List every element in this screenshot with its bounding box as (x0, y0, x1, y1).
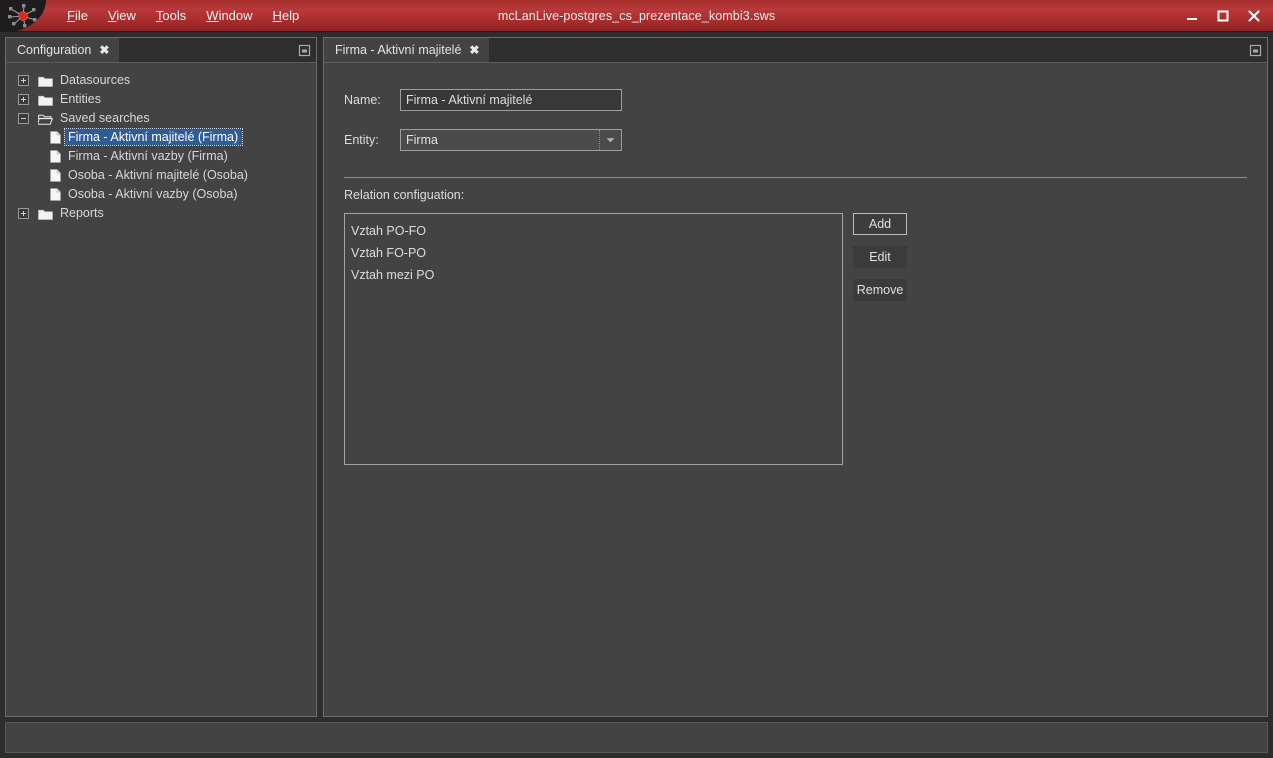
remove-button[interactable]: Remove (853, 279, 907, 301)
tree-item-label: Firma - Aktivní vazby (Firma) (68, 149, 228, 163)
folder-closed-icon (38, 94, 53, 106)
menu-help-rest: elp (282, 8, 299, 23)
tree-item-label: Osoba - Aktivní vazby (Osoba) (68, 187, 238, 201)
tree-item-saved-searches[interactable]: Saved searches (6, 109, 316, 128)
menu-window-rest: indow (219, 8, 253, 23)
tree-item-firma-aktivni-vazby[interactable]: Firma - Aktivní vazby (Firma) (6, 147, 316, 166)
folder-closed-icon (38, 75, 53, 87)
configuration-tabbar-filler (120, 38, 292, 62)
tab-configuration[interactable]: Configuration ✖ (6, 38, 120, 62)
tree-item-label: Saved searches (60, 111, 150, 125)
tree-item-label: Datasources (60, 73, 130, 87)
name-label: Name: (344, 93, 400, 107)
list-item[interactable]: Vztah PO-FO (345, 220, 842, 242)
tree-item-label: Firma - Aktivní majitelé (Firma) (65, 129, 242, 145)
menu-view-rest: iew (116, 8, 136, 23)
editor-panel-body: Name: Entity: Firma Relation co (324, 63, 1267, 716)
status-bar (5, 722, 1268, 753)
tree-item-entities[interactable]: Entities (6, 90, 316, 109)
form-separator (344, 177, 1247, 178)
document-icon (50, 169, 61, 182)
tab-editor-close-icon[interactable]: ✖ (468, 44, 480, 56)
configuration-panel: Configuration ✖ (5, 37, 317, 717)
menu-tools-rest: ools (162, 8, 186, 23)
configuration-tabbar: Configuration ✖ (6, 38, 316, 63)
relation-buttons: Add Edit Remove (853, 213, 907, 301)
list-item[interactable]: Vztah FO-PO (345, 242, 842, 264)
editor-panel: Firma - Aktivní majitelé ✖ N (323, 37, 1268, 717)
name-field-row: Name: (344, 89, 1267, 111)
chevron-down-icon[interactable] (599, 130, 621, 150)
configuration-panel-minimize-button[interactable] (292, 38, 316, 62)
menu-file-rest: ile (75, 8, 88, 23)
folder-open-icon (38, 113, 53, 125)
name-input[interactable] (400, 89, 622, 111)
entity-combobox-value: Firma (401, 133, 599, 147)
tree-item-firma-aktivni-majitele[interactable]: Firma - Aktivní majitelé (Firma) (6, 128, 316, 147)
add-button[interactable]: Add (853, 213, 907, 235)
editor-panel-minimize-button[interactable] (1243, 38, 1267, 62)
minimize-button[interactable] (1177, 3, 1207, 29)
maximize-button[interactable] (1208, 3, 1238, 29)
tree-item-label: Osoba - Aktivní majitelé (Osoba) (68, 168, 248, 182)
workspace: Configuration ✖ (0, 32, 1273, 717)
menu-help[interactable]: Help (264, 4, 309, 28)
menu-help-mnemonic: H (273, 8, 282, 23)
menu-tools[interactable]: Tools (147, 4, 195, 28)
editor-tabbar: Firma - Aktivní majitelé ✖ (324, 38, 1267, 63)
panel-minimize-icon (1249, 44, 1262, 57)
tab-configuration-close-icon[interactable]: ✖ (98, 44, 110, 56)
application-window: File View Tools Window Help mcLanLive-po… (0, 0, 1273, 758)
expand-toggle-icon[interactable] (18, 94, 29, 105)
list-item[interactable]: Vztah mezi PO (345, 264, 842, 286)
entity-field-row: Entity: Firma (344, 129, 1267, 151)
tree-item-datasources[interactable]: Datasources (6, 71, 316, 90)
folder-closed-icon (38, 208, 53, 220)
search-definition-form: Name: Entity: Firma Relation co (324, 63, 1267, 716)
close-icon (1247, 9, 1261, 23)
edit-button[interactable]: Edit (853, 246, 907, 268)
app-logo (0, 0, 46, 32)
entity-combobox[interactable]: Firma (400, 129, 622, 151)
configuration-panel-body: Datasources Entities (6, 63, 316, 716)
tree-item-reports[interactable]: Reports (6, 204, 316, 223)
maximize-icon (1216, 9, 1230, 23)
document-icon (50, 150, 61, 163)
menu-window[interactable]: Window (197, 4, 261, 28)
tree-item-label: Reports (60, 206, 104, 220)
tree-item-label: Entities (60, 92, 101, 106)
relation-configuration-title: Relation configuation: (344, 188, 1267, 202)
window-controls (1177, 3, 1269, 29)
document-icon (50, 131, 61, 144)
editor-tabbar-filler (490, 38, 1243, 62)
panel-minimize-icon (298, 44, 311, 57)
document-icon (50, 188, 61, 201)
expand-toggle-icon[interactable] (18, 208, 29, 219)
tab-configuration-label: Configuration (17, 43, 91, 57)
network-graph-icon (6, 3, 40, 29)
minimize-icon (1185, 9, 1199, 23)
tab-firma-aktivni-majitele[interactable]: Firma - Aktivní majitelé ✖ (324, 38, 490, 62)
menu-file[interactable]: File (58, 4, 97, 28)
menu-view[interactable]: View (99, 4, 145, 28)
collapse-toggle-icon[interactable] (18, 113, 29, 124)
relation-listbox[interactable]: Vztah PO-FO Vztah FO-PO Vztah mezi PO (344, 213, 843, 465)
tree-item-osoba-aktivni-vazby[interactable]: Osoba - Aktivní vazby (Osoba) (6, 185, 316, 204)
relation-configuration-block: Vztah PO-FO Vztah FO-PO Vztah mezi PO Ad… (344, 213, 1267, 465)
entity-label: Entity: (344, 133, 400, 147)
tree-item-osoba-aktivni-majitele[interactable]: Osoba - Aktivní majitelé (Osoba) (6, 166, 316, 185)
expand-toggle-icon[interactable] (18, 75, 29, 86)
configuration-tree: Datasources Entities (6, 63, 316, 223)
close-button[interactable] (1239, 3, 1269, 29)
menu-file-mnemonic: F (67, 8, 75, 23)
tab-editor-label: Firma - Aktivní majitelé (335, 43, 461, 57)
title-bar: File View Tools Window Help mcLanLive-po… (0, 0, 1273, 32)
menu-bar: File View Tools Window Help (58, 0, 308, 32)
menu-window-mnemonic: W (206, 8, 218, 23)
